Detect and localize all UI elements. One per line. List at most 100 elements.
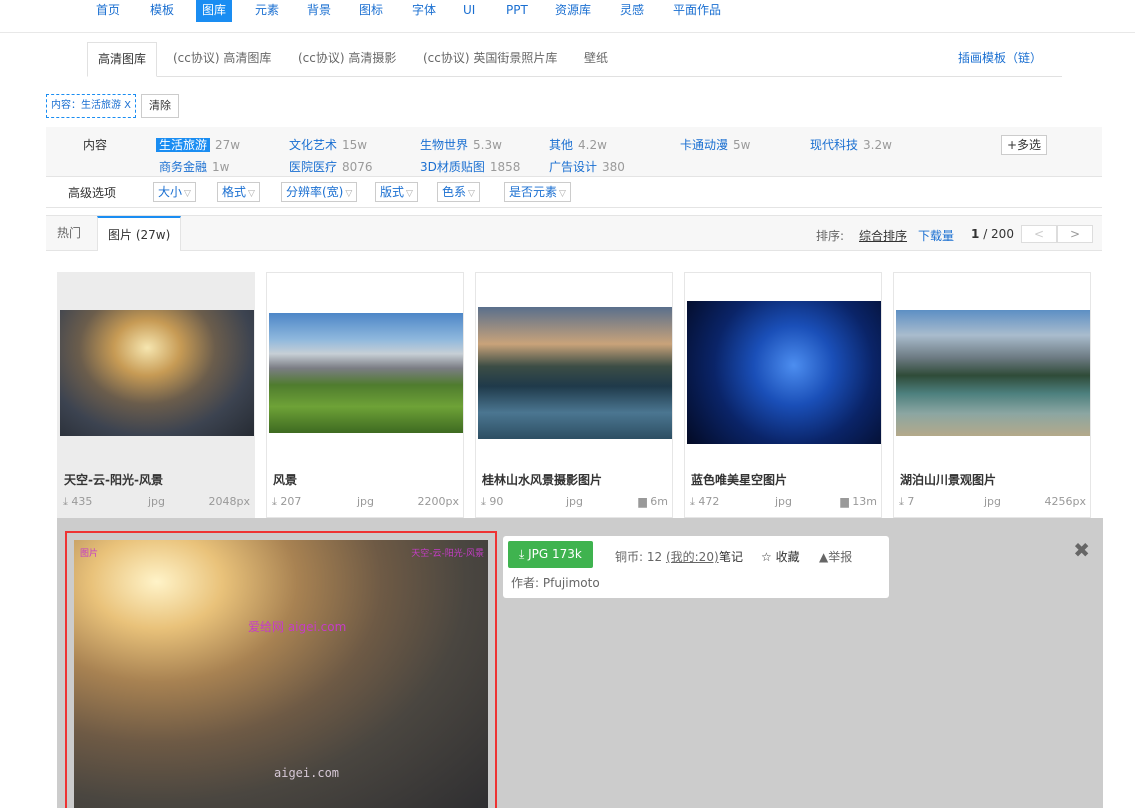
active-filter-chip[interactable]: 内容：生活旅游 X: [46, 94, 137, 118]
illustration-templates-link[interactable]: 插画模板（链）: [958, 42, 1042, 75]
image-preview[interactable]: 图片 天空-云-阳光-风景 爱给网 aigei.com aigei.com: [65, 531, 497, 808]
category-cartoon[interactable]: 卡通动漫 5w: [680, 136, 750, 153]
file-size: ▆ 13m: [840, 495, 877, 508]
card-title[interactable]: 蓝色唯美星空图片: [691, 471, 787, 488]
multi-select-button[interactable]: +多选: [1000, 135, 1047, 155]
prev-page-button[interactable]: <: [1021, 225, 1057, 243]
tab-hot[interactable]: 热门: [57, 216, 81, 251]
thumbnail[interactable]: [60, 310, 254, 436]
subtab-cc-uk-streetview[interactable]: (cc协议) 英国街景照片库: [423, 42, 557, 77]
download-icon: ⤓: [272, 495, 277, 508]
nav-ui[interactable]: UI: [457, 0, 481, 22]
subtab-cc-photography[interactable]: (cc协议) 高清摄影: [298, 42, 396, 77]
category-business[interactable]: 商务金融 1w: [159, 158, 229, 175]
nav-home[interactable]: 首页: [90, 0, 126, 22]
category-ad-design[interactable]: 广告设计 380: [549, 158, 625, 175]
star-icon: ☆: [761, 550, 772, 564]
category-biology[interactable]: 生物世界 5.3w: [420, 136, 502, 153]
category-medical[interactable]: 医院医疗 8076: [289, 158, 373, 175]
image-card[interactable]: 风景 ⤓ 207 jpg 2200px: [266, 272, 464, 518]
thumbnail[interactable]: [687, 301, 881, 444]
tab-images[interactable]: 图片 (27w): [97, 216, 182, 251]
watermark: 图片: [80, 549, 99, 559]
next-page-button[interactable]: >: [1057, 225, 1093, 243]
chevron-down-icon: ▽: [248, 189, 255, 199]
close-icon[interactable]: ✖: [1073, 538, 1090, 562]
format-dropdown[interactable]: 格式 ▽: [217, 182, 260, 202]
report-button[interactable]: ▲举报: [819, 548, 852, 565]
nav-inspiration[interactable]: 灵感: [614, 0, 650, 22]
download-icon: ⤓: [63, 495, 68, 508]
thumbnail[interactable]: [269, 313, 463, 433]
file-format: jpg: [148, 495, 166, 508]
thumbnail[interactable]: [896, 310, 1090, 436]
category-life-travel[interactable]: 生活旅游 27w: [156, 136, 240, 153]
card-title[interactable]: 风景: [273, 471, 297, 488]
file-size: 4256px: [1044, 495, 1087, 508]
favorite-button[interactable]: ☆ 收藏: [761, 548, 800, 565]
color-dropdown[interactable]: 色系 ▽: [437, 182, 480, 202]
category-3d-textures[interactable]: 3D材质贴图 1858: [420, 158, 520, 175]
nav-templates[interactable]: 模板: [144, 0, 180, 22]
download-icon: ⤓: [519, 547, 525, 561]
file-size: 2200px: [417, 495, 460, 508]
category-technology[interactable]: 现代科技 3.2w: [810, 136, 892, 153]
card-title[interactable]: 天空-云-阳光-风景: [64, 471, 163, 488]
nav-backgrounds[interactable]: 背景: [301, 0, 337, 22]
file-format: jpg: [566, 495, 584, 508]
preview-image[interactable]: 图片 天空-云-阳光-风景 爱给网 aigei.com aigei.com: [74, 540, 488, 808]
watermark: aigei.com: [274, 766, 340, 780]
file-format: jpg: [775, 495, 793, 508]
nav-resources[interactable]: 资源库: [549, 0, 597, 22]
nav-print-works[interactable]: 平面作品: [667, 0, 727, 22]
file-size: ▆ 6m: [638, 495, 668, 508]
image-card[interactable]: 天空-云-阳光-风景 ⤓ 435 jpg 2048px: [57, 272, 255, 518]
download-count: ⤓ 7: [899, 495, 915, 508]
clear-filters-button[interactable]: 清除: [141, 94, 179, 118]
nav-gallery[interactable]: 图库: [196, 0, 233, 22]
is-element-dropdown[interactable]: 是否元素 ▽: [504, 182, 571, 202]
nav-ppt[interactable]: PPT: [500, 0, 534, 22]
nav-icons[interactable]: 图标: [353, 0, 389, 22]
image-card[interactable]: 蓝色唯美星空图片 ⤓ 472 jpg ▆ 13m: [684, 272, 882, 518]
download-icon: ⤓: [690, 495, 695, 508]
card-title[interactable]: 湖泊山川景观图片: [900, 471, 996, 488]
subtab-hd-gallery[interactable]: 高清图库: [87, 42, 158, 77]
image-card[interactable]: 湖泊山川景观图片 ⤓ 7 jpg 4256px: [893, 272, 1091, 518]
resolution-dropdown[interactable]: 分辨率(宽) ▽: [281, 182, 358, 202]
sort-comprehensive[interactable]: 综合排序: [859, 227, 907, 244]
file-icon: ▆: [840, 495, 849, 508]
file-format: jpg: [357, 495, 375, 508]
category-other[interactable]: 其他 4.2w: [549, 136, 607, 153]
page-indicator: 1 / 200: [971, 227, 1014, 241]
card-title[interactable]: 桂林山水风景摄影图片: [482, 471, 602, 488]
download-count: ⤓ 435: [63, 495, 93, 508]
thumbnail[interactable]: [478, 307, 672, 439]
chevron-down-icon: ▽: [468, 189, 475, 199]
nav-elements[interactable]: 元素: [249, 0, 285, 22]
chevron-down-icon: ▽: [406, 189, 413, 199]
results-bar: 热门 图片 (27w) 排序: 综合排序 下载量 1 / 200 < >: [46, 215, 1102, 251]
download-icon: ⤓: [481, 495, 486, 508]
coin-cost: 铜币: 12 (我的:20): [615, 550, 719, 564]
my-coins-link[interactable]: (我的:20): [666, 550, 719, 564]
watermark: 天空-云-阳光-风景: [411, 549, 484, 559]
subtab-cc-gallery[interactable]: (cc协议) 高清图库: [173, 42, 271, 77]
download-jpg-button[interactable]: ⤓ JPG 173k: [508, 541, 593, 568]
download-count: ⤓ 472: [690, 495, 720, 508]
advanced-options-label: 高级选项: [68, 186, 117, 200]
category-culture-art[interactable]: 文化艺术 15w: [289, 136, 367, 153]
top-nav: 首页 模板 图库 元素 背景 图标 字体 UI PPT 资源库 灵感 平面作品: [0, 0, 1135, 33]
size-dropdown[interactable]: 大小 ▽: [153, 182, 196, 202]
image-info-box: ⤓ JPG 173k 铜币: 12 (我的:20) 笔记 ☆ 收藏 ▲举报 作者…: [503, 536, 889, 598]
subtab-wallpaper[interactable]: 壁纸: [584, 42, 608, 77]
download-icon: ⤓: [899, 495, 904, 508]
notes-button[interactable]: 笔记: [719, 548, 743, 565]
chevron-down-icon: ▽: [184, 189, 191, 199]
layout-dropdown[interactable]: 版式 ▽: [375, 182, 418, 202]
sort-downloads[interactable]: 下载量: [918, 227, 954, 244]
warning-icon: ▲: [819, 550, 829, 564]
nav-fonts[interactable]: 字体: [406, 0, 442, 22]
content-filter: 内容 生活旅游 27w 文化艺术 15w 生物世界 5.3w 其他 4.2w 卡通动漫 5…: [46, 127, 1102, 177]
image-card[interactable]: 桂林山水风景摄影图片 ⤓ 90 jpg ▆ 6m: [475, 272, 673, 518]
